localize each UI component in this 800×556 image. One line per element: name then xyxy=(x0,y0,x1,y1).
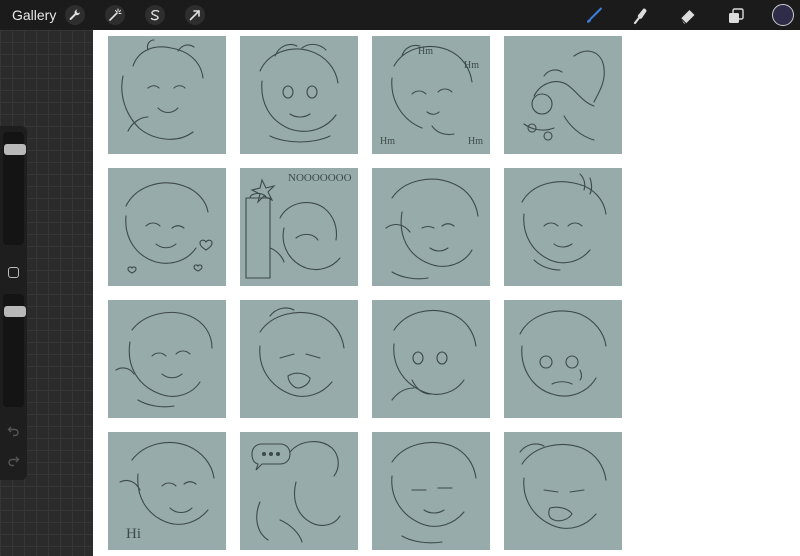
sketch-tile-1 xyxy=(108,36,226,154)
opacity-slider[interactable] xyxy=(3,294,26,407)
sketch-caption-hi: Hi xyxy=(126,526,141,542)
canvas-background-grid xyxy=(0,30,93,556)
selection-s-icon[interactable] xyxy=(145,5,165,25)
layers-icon[interactable] xyxy=(725,5,747,27)
sketch-caption-hm: Hm xyxy=(380,136,395,147)
sketch-tile-10 xyxy=(240,300,358,418)
brush-icon[interactable] xyxy=(583,5,605,27)
sketch-tile-15 xyxy=(372,432,490,550)
sketch-tile-7 xyxy=(372,168,490,286)
transform-arrow-icon[interactable] xyxy=(185,5,205,25)
sketch-tile-2 xyxy=(240,36,358,154)
sketch-tile-8 xyxy=(504,168,622,286)
sketch-tile-13: Hi xyxy=(108,432,226,550)
sketch-tile-11 xyxy=(372,300,490,418)
sketch-tile-3: Hm Hm Hm Hm xyxy=(372,36,490,154)
sketch-tile-4 xyxy=(504,36,622,154)
sketch-tile-5 xyxy=(108,168,226,286)
sketch-caption-hm: Hm xyxy=(418,46,433,57)
sketch-tile-14 xyxy=(240,432,358,550)
drawing-canvas[interactable]: Hm Hm Hm Hm NOOOOOOO Hi xyxy=(93,30,800,556)
gallery-button[interactable]: Gallery xyxy=(12,7,56,23)
redo-icon[interactable] xyxy=(7,454,20,470)
modify-button[interactable] xyxy=(8,267,19,278)
magic-wand-icon[interactable] xyxy=(105,5,125,25)
top-toolbar: Gallery xyxy=(0,0,800,30)
smudge-icon[interactable] xyxy=(630,5,652,27)
sketch-tile-9 xyxy=(108,300,226,418)
opacity-thumb[interactable] xyxy=(4,305,26,317)
sketch-caption-hm: Hm xyxy=(468,136,483,147)
sketch-caption-hm: Hm xyxy=(464,60,479,71)
sketch-tile-16 xyxy=(504,432,622,550)
brush-size-slider[interactable] xyxy=(3,132,26,245)
color-picker-swatch[interactable] xyxy=(772,4,794,26)
wrench-icon[interactable] xyxy=(65,5,85,25)
sketch-tile-12 xyxy=(504,300,622,418)
undo-icon[interactable] xyxy=(7,424,20,440)
sidebar xyxy=(0,126,27,480)
sketch-caption-nooo: NOOOOOOO xyxy=(288,172,352,184)
eraser-icon[interactable] xyxy=(677,5,699,27)
brush-size-thumb[interactable] xyxy=(4,143,26,155)
sketch-tile-6: NOOOOOOO xyxy=(240,168,358,286)
